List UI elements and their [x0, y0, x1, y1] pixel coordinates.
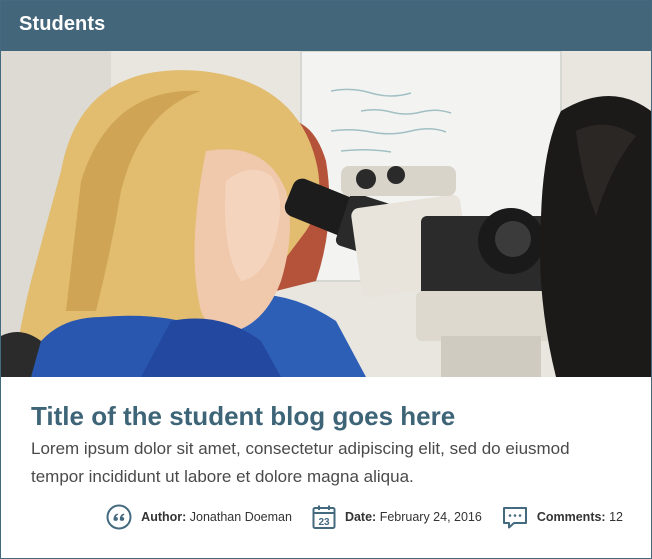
post-meta: Author: Jonathan Doeman 23 Date: Februar…: [106, 504, 623, 530]
author-label: Author:: [141, 510, 187, 524]
hero-image[interactable]: [1, 51, 651, 377]
header-title: Students: [19, 13, 106, 35]
comments-label: Comments:: [536, 510, 606, 524]
author-name[interactable]: Jonathan Doeman: [190, 510, 292, 524]
post-date: February 24, 2016: [379, 510, 482, 524]
calendar-day: 23: [318, 517, 330, 528]
calendar-icon: 23: [312, 504, 336, 530]
students-microscope-photo: [1, 51, 651, 377]
quote-icon: [106, 504, 132, 530]
blog-card: Students Title of the student blog goes …: [0, 0, 652, 559]
comments-count: 12: [609, 510, 623, 524]
comments-meta[interactable]: Comments: 12: [502, 504, 623, 530]
card-header: Students: [1, 1, 651, 51]
date-meta: 23 Date: February 24, 2016: [312, 504, 482, 530]
author-meta: Author: Jonathan Doeman: [106, 504, 292, 530]
comment-icon: [502, 504, 528, 530]
post-title[interactable]: Title of the student blog goes here: [31, 401, 631, 432]
post-excerpt: Lorem ipsum dolor sit amet, consectetur …: [31, 439, 570, 486]
date-label: Date:: [344, 510, 377, 524]
